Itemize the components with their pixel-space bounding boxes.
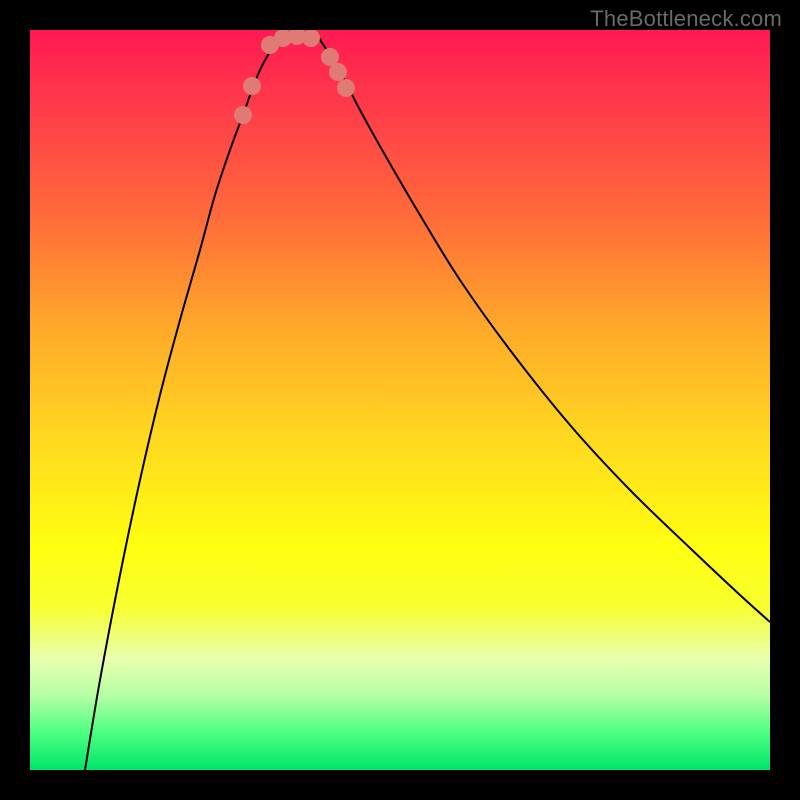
highlight-dot [234,106,252,124]
highlight-dot [243,77,261,95]
bottleneck-curve [85,34,770,770]
highlight-dot [337,79,355,97]
chart-plot-area [30,30,770,770]
outer-frame: TheBottleneck.com [0,0,800,800]
highlight-dot [329,63,347,81]
watermark-text: TheBottleneck.com [590,6,782,32]
highlight-dot [302,30,320,47]
chart-svg [30,30,770,770]
